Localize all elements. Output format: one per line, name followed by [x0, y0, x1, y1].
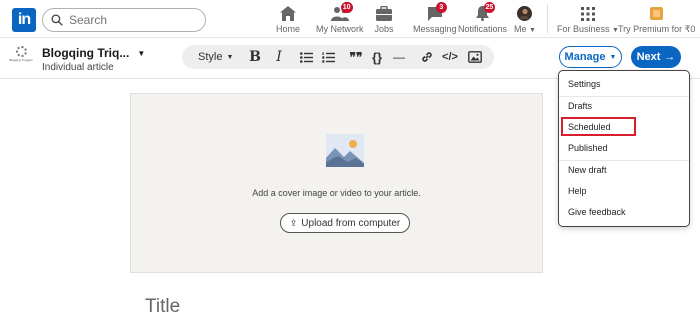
menu-item-help[interactable]: Help	[559, 181, 689, 202]
linkedin-logo[interactable]: in	[12, 8, 36, 32]
manage-button[interactable]: Manage ▼	[559, 46, 622, 68]
menu-item-scheduled[interactable]: Scheduled	[559, 117, 689, 138]
cover-image-placeholder-icon	[326, 134, 364, 167]
messaging-icon: 3	[425, 2, 447, 22]
upload-label: Upload from computer	[301, 217, 401, 229]
article-title-input[interactable]: Title	[145, 296, 180, 318]
upload-icon: ⇪	[289, 217, 298, 228]
nav-label: Try Premium for ₹0	[618, 24, 696, 34]
embed-button[interactable]: </>	[440, 45, 460, 69]
home-icon	[278, 5, 298, 22]
top-navigation: in Home 10 My Network Jobs 3 Messaging	[0, 0, 700, 38]
nav-label: Notifications	[458, 24, 508, 34]
logo-mark	[15, 46, 27, 57]
arrow-right-icon: →	[664, 51, 676, 63]
search-input[interactable]	[69, 13, 199, 27]
style-dropdown[interactable]: Style ▼	[198, 45, 233, 69]
menu-item-published[interactable]: Published	[559, 138, 689, 159]
bullet-list-button[interactable]	[298, 45, 314, 69]
notification-badge: 10	[340, 2, 353, 13]
menu-item-give-feedback[interactable]: Give feedback	[559, 202, 689, 223]
author-selector[interactable]: Blogqing Triq... ▼ Individual article	[42, 46, 145, 73]
chevron-down-icon: ▼	[529, 27, 536, 34]
caret-down-icon: ▼	[609, 53, 617, 61]
nav-me[interactable]: Me ▼	[514, 5, 536, 34]
nav-messaging[interactable]: 3 Messaging	[413, 2, 457, 34]
caret-down-icon: ▼	[137, 48, 146, 58]
cover-instructions: Add a cover image or video to your artic…	[252, 188, 421, 198]
code-block-button[interactable]: {}	[368, 45, 386, 69]
style-label: Style	[198, 51, 223, 63]
manage-label: Manage	[564, 51, 606, 63]
formatting-toolbar: Style ▼ B I ❞❞ {} — </>	[182, 45, 494, 69]
divider-button[interactable]: —	[392, 45, 406, 69]
nav-for-business[interactable]: For Business ▼	[557, 5, 619, 34]
next-button[interactable]: Next →	[631, 46, 681, 68]
network-icon: 10	[330, 2, 353, 22]
search-icon	[51, 14, 63, 26]
company-logo: Blogging Triggers	[9, 46, 33, 68]
nav-label: For Business ▼	[557, 24, 619, 34]
manage-dropdown-menu: Settings Drafts Scheduled Published New …	[558, 70, 690, 227]
link-button[interactable]	[419, 45, 435, 69]
nav-divider	[547, 4, 548, 34]
nav-my-network[interactable]: 10 My Network	[316, 2, 364, 34]
menu-item-new-draft[interactable]: New draft	[559, 160, 689, 181]
caret-down-icon: ▼	[226, 53, 234, 61]
author-name: Blogqing Triq...	[42, 46, 130, 60]
notification-badge: 3	[435, 2, 447, 13]
nav-home[interactable]: Home	[276, 5, 300, 34]
avatar	[515, 5, 535, 22]
nav-label: Messaging	[413, 24, 457, 34]
menu-item-drafts[interactable]: Drafts	[559, 96, 689, 117]
bullet-list-icon	[299, 51, 313, 63]
nav-label: My Network	[316, 24, 364, 34]
briefcase-icon	[374, 5, 394, 22]
search-box[interactable]	[42, 8, 206, 32]
image-button[interactable]	[467, 45, 483, 69]
notification-badge: 25	[483, 2, 496, 13]
menu-item-settings[interactable]: Settings	[559, 74, 689, 95]
company-logo-text: Blogging Triggers	[9, 58, 33, 62]
premium-icon	[647, 5, 667, 22]
next-label: Next	[636, 51, 661, 63]
nav-jobs[interactable]: Jobs	[374, 5, 394, 34]
nav-premium[interactable]: Try Premium for ₹0	[618, 5, 695, 35]
numbered-list-icon	[321, 51, 335, 63]
numbered-list-button[interactable]	[320, 45, 336, 69]
bold-button[interactable]: B	[248, 45, 262, 69]
upload-from-computer-button[interactable]: ⇪ Upload from computer	[280, 213, 410, 233]
author-subtitle: Individual article	[42, 62, 114, 73]
cover-image-area[interactable]: Add a cover image or video to your artic…	[130, 93, 543, 273]
image-icon	[468, 51, 482, 63]
grid-icon	[578, 5, 598, 22]
nav-label: Jobs	[374, 24, 394, 34]
link-icon	[422, 52, 432, 62]
nav-notifications[interactable]: 25 Notifications	[458, 2, 508, 34]
nav-label: Home	[276, 24, 301, 34]
author-name-row[interactable]: Blogqing Triq... ▼	[42, 46, 145, 60]
nav-label: Me ▼	[514, 24, 536, 34]
bell-icon: 25	[473, 2, 496, 22]
quote-button[interactable]: ❞❞	[348, 45, 364, 69]
italic-button[interactable]: I	[272, 45, 286, 69]
